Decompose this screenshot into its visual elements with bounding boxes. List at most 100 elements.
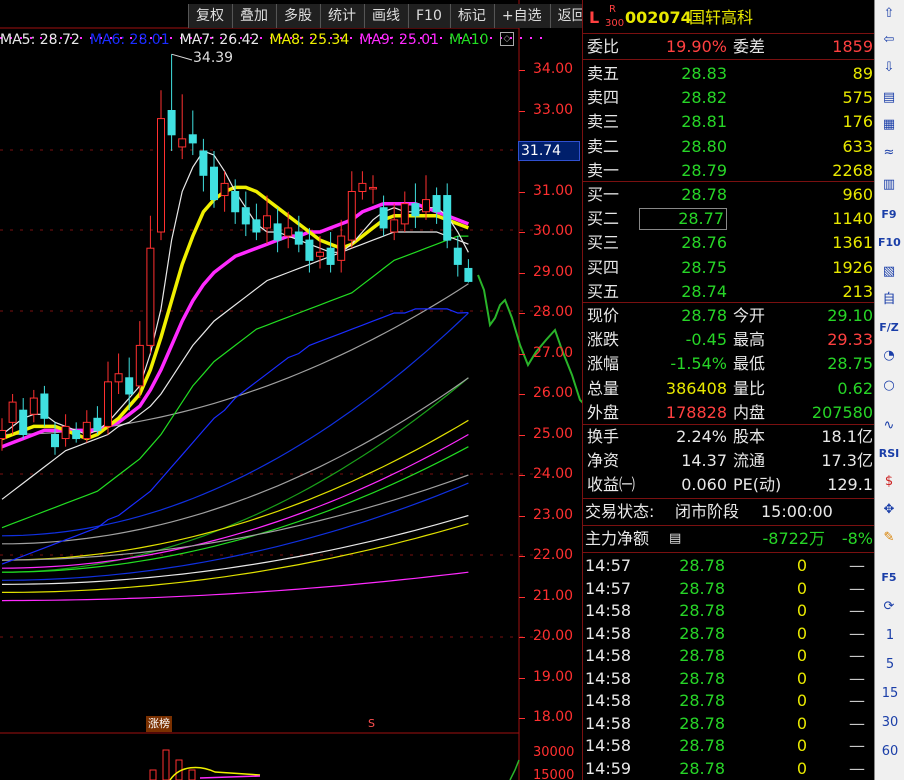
buy-volume: 213 — [842, 281, 873, 301]
volume-forecast — [509, 759, 520, 780]
tick-time: 14:58 — [585, 713, 632, 733]
period-15-button[interactable]: 15 — [875, 686, 904, 701]
side-toolbar: ⇧ ⇦ ⇩ ▤ ▦ ≈ ▥ F9 F10 ▧ 自 F/Z ◔ ○ ∿ RSI $ ✥ ✎ F5 ⟳ 1 5 15 30 60 — [874, 0, 904, 780]
tag-s[interactable]: S — [366, 716, 377, 732]
move-icon[interactable]: ✥ — [878, 500, 900, 520]
up-arrow-icon[interactable]: ⇧ — [878, 4, 900, 24]
trade-status-time: 15:00:00 — [761, 502, 833, 521]
fundamental-row: 收益㈠ 0.060 PE(动) 129.1 — [583, 473, 875, 497]
ma5-label: MA5: 28.72 — [0, 32, 80, 48]
stat-value-2: 29.33 — [827, 330, 873, 350]
volume-bar — [149, 769, 157, 780]
period-60-button[interactable]: 60 — [875, 744, 904, 759]
buy-price: 28.78 — [681, 185, 727, 204]
ma8-label: MA8: 25.34 — [269, 32, 350, 48]
stat-label-1: 总量 — [587, 378, 620, 398]
ma6-label: MA6: 28.01 — [89, 32, 170, 48]
fund-value-1: 14.37 — [681, 451, 727, 471]
candle-body — [231, 191, 240, 213]
y-tick-label: 24.00 — [533, 466, 574, 482]
ma-settings-toggle-icon[interactable]: ◇ — [500, 32, 514, 46]
divider — [583, 33, 875, 34]
y-tick-mark — [519, 515, 525, 517]
pencil-icon[interactable]: ✎ — [878, 528, 900, 548]
candle-body — [241, 207, 250, 225]
period-30-button[interactable]: 30 — [875, 715, 904, 730]
statistics-button[interactable]: 统计 — [320, 4, 364, 28]
buy-volume: 960 — [842, 185, 873, 204]
candle-body — [93, 417, 102, 431]
stock-code: 002074 — [625, 8, 692, 27]
stat-label-2: 最低 — [733, 354, 766, 374]
add-favorite-button[interactable]: +自选 — [493, 4, 550, 28]
buy-row: 买五 28.74 213 — [583, 280, 875, 304]
overlay-button[interactable]: 叠加 — [232, 4, 276, 28]
fundamental-row: 换手 2.24% 股本 18.1亿 — [583, 425, 875, 449]
divider — [583, 498, 875, 499]
kline-chart-area[interactable]: 复权 叠加 多股 统计 画线 F10 标记 +自选 返回 MA5: 28.72 … — [0, 0, 675, 780]
f10-icon[interactable]: F10 — [878, 233, 901, 253]
candle-body — [347, 191, 356, 241]
mark-button[interactable]: 标记 — [449, 4, 494, 28]
fund-label-2: PE(动) — [733, 475, 782, 495]
y-tick-mark — [519, 718, 525, 719]
long-ma-line-0 — [1, 283, 469, 436]
chart-doc-icon[interactable]: ▤ — [878, 88, 900, 108]
ma-line-ma10 — [1, 235, 469, 529]
candle-body — [51, 434, 59, 448]
buy-price: 28.75 — [681, 257, 727, 277]
candle-body — [453, 247, 462, 265]
tick-time: 14:58 — [585, 623, 632, 643]
circle-icon[interactable]: ○ — [878, 376, 900, 396]
candle-body — [125, 377, 134, 395]
sell-volume: 633 — [842, 136, 873, 156]
stat-value-1: 28.78 — [681, 306, 727, 325]
tick-time: 14:58 — [585, 601, 632, 620]
stat-row: 涨幅 -1.54% 最低 28.75 — [583, 352, 875, 376]
stat-row: 现价 28.78 今开 29.10 — [583, 304, 875, 328]
pie-icon[interactable]: ◔ — [878, 346, 900, 366]
tag-zhangbang[interactable]: 涨榜 — [146, 716, 172, 732]
tick-volume: 0 — [796, 578, 807, 598]
ma-dot — [530, 37, 532, 39]
ma7-label: MA7: 26.42 — [179, 32, 260, 48]
dollar-icon[interactable]: $ — [878, 472, 900, 492]
multi-stock-button[interactable]: 多股 — [276, 4, 320, 28]
kline-chart[interactable] — [0, 0, 675, 780]
wave-icon[interactable]: ∿ — [878, 416, 900, 436]
f9-icon[interactable]: F9 — [878, 205, 900, 225]
y-tick-mark — [519, 677, 525, 679]
tick-time: 14:59 — [585, 758, 632, 778]
main-force-row[interactable]: 主力净额 ▤ -8722万 -8% — [583, 527, 875, 551]
candle-body — [316, 251, 324, 257]
divider — [583, 525, 875, 526]
candle-icon[interactable]: ▥ — [878, 175, 900, 195]
fund-value-1: 2.24% — [676, 427, 727, 446]
self-icon[interactable]: 自 — [878, 290, 900, 310]
left-arrow-icon[interactable]: ⇦ — [878, 30, 900, 50]
draw-line-button[interactable]: 画线 — [364, 4, 408, 28]
candle-body — [263, 215, 271, 229]
y-tick-mark — [519, 475, 525, 476]
line-chart-icon[interactable]: ≈ — [878, 143, 900, 163]
volume-tick-30000: 30000 — [533, 745, 575, 760]
sell-level-label: 卖四 — [587, 88, 620, 108]
down-arrow-icon[interactable]: ⇩ — [878, 58, 900, 78]
f5-icon[interactable]: F5 — [878, 568, 900, 588]
rsi-icon[interactable]: RSI — [878, 444, 900, 464]
tick-time: 14:58 — [585, 668, 632, 688]
period-5-button[interactable]: 5 — [875, 657, 904, 672]
stat-value-2: 29.10 — [827, 306, 873, 325]
doc-icon[interactable]: ▤ — [669, 527, 681, 551]
doc-icon[interactable]: ▧ — [878, 262, 900, 282]
refresh-icon[interactable]: ⟳ — [878, 597, 900, 617]
tick-direction: — — [849, 556, 865, 575]
volume-tick-15000: 15000 — [533, 768, 575, 780]
table-icon[interactable]: ▦ — [878, 115, 900, 135]
tick-time: 14:57 — [585, 556, 632, 575]
restore-rights-button[interactable]: 复权 — [188, 4, 232, 28]
stat-label-2: 今开 — [733, 306, 766, 325]
fiz-icon[interactable]: F/Z — [878, 318, 900, 338]
f10-button[interactable]: F10 — [408, 4, 450, 28]
period-1-button[interactable]: 1 — [875, 628, 904, 643]
